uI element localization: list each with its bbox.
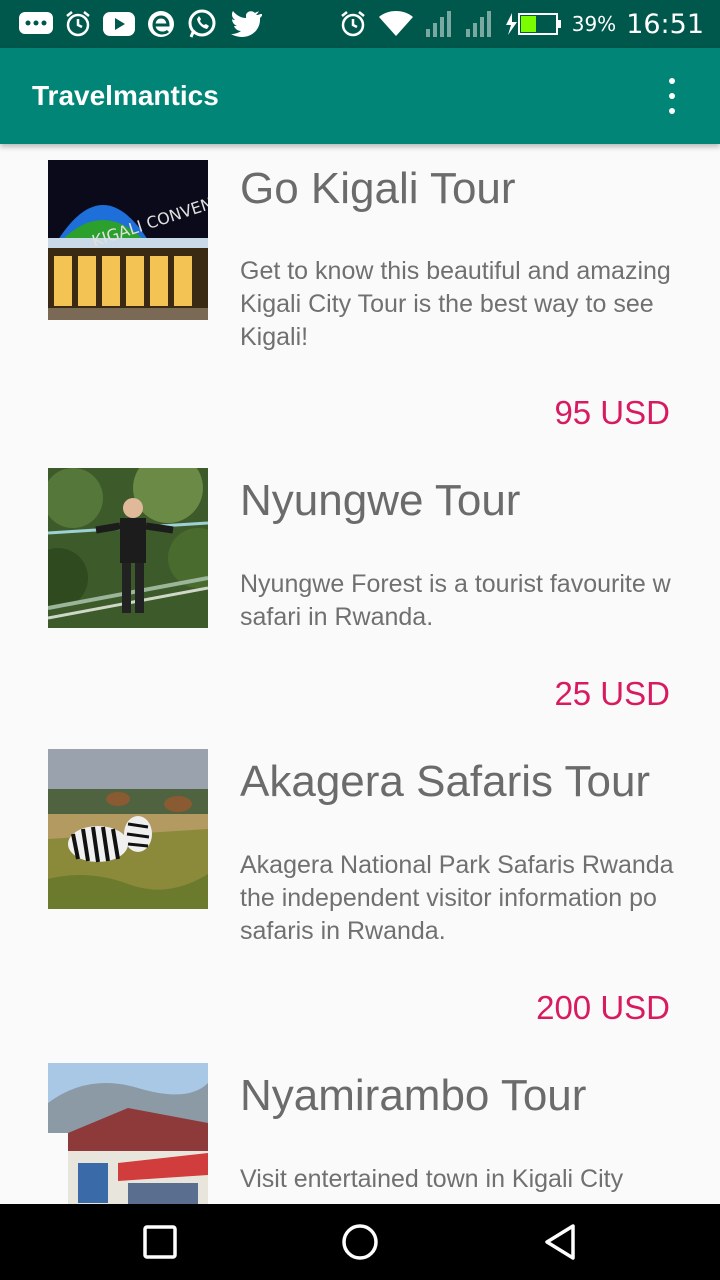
app-title: Travelmantics — [32, 80, 219, 111]
tour-price: 95 USD — [554, 394, 670, 431]
app-bar: Travelmantics — [0, 48, 720, 144]
tour-title: Nyungwe Tour — [240, 476, 521, 525]
tour-price: 200 USD — [536, 989, 670, 1026]
status-bar: 39% 16:51 — [0, 0, 720, 48]
tour-image-go-kigali: KIGALI CONVENTION CENTRE — [48, 160, 208, 320]
tour-title: Nyamirambo Tour — [240, 1071, 587, 1120]
tour-list[interactable]: KIGALI CONVENTION CENTRE Go Kigali Tour … — [0, 144, 720, 1204]
whatsapp-icon — [186, 6, 218, 42]
tour-description: Nyungwe Forest is a tourist favourite w … — [240, 570, 671, 631]
signal-icon — [424, 6, 454, 42]
tour-image-akagera — [48, 749, 208, 909]
tour-image-nyungwe — [48, 468, 208, 628]
tour-title: Akagera Safaris Tour — [240, 757, 651, 806]
signal-icon-2 — [464, 6, 494, 42]
battery-percentage: 39% — [571, 12, 617, 36]
twitter-icon — [228, 6, 262, 42]
back-button[interactable] — [540, 1222, 580, 1262]
recent-apps-button[interactable] — [140, 1222, 180, 1262]
edge-icon — [146, 6, 176, 42]
clock-time: 16:51 — [626, 8, 704, 40]
wifi-icon — [378, 6, 414, 42]
navigation-bar — [0, 1204, 720, 1280]
alarm-icon — [64, 6, 92, 42]
alarm-clock-icon — [338, 6, 368, 42]
message-icon — [18, 6, 54, 42]
tour-title: Go Kigali Tour — [240, 164, 516, 213]
tour-description: Get to know this beautiful and amazing K… — [240, 257, 671, 351]
tour-price: 25 USD — [554, 675, 670, 712]
home-button[interactable] — [340, 1222, 380, 1262]
charging-icon — [504, 6, 562, 42]
overflow-menu-icon[interactable] — [664, 74, 680, 118]
youtube-icon — [102, 6, 136, 42]
tour-image-nyamirambo — [48, 1063, 208, 1204]
tour-description: Akagera National Park Safaris Rwanda the… — [240, 851, 674, 945]
tour-description: Visit entertained town in Kigali City — [240, 1165, 624, 1193]
